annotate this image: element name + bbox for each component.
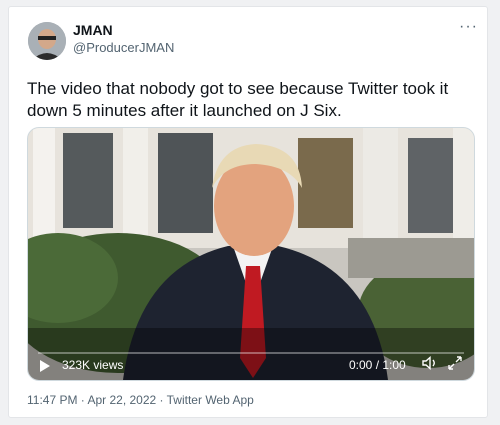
tweet-meta: 11:47 PM · Apr 22, 2022 · Twitter Web Ap… [27,393,254,407]
view-count: 323K views [62,358,124,372]
progress-bar[interactable] [38,352,464,354]
more-icon[interactable]: ··· [459,19,478,35]
author-handle[interactable]: @ProducerJMAN [73,40,174,55]
volume-icon[interactable] [422,356,440,370]
tweet-card: JMAN @ProducerJMAN ··· The video that no… [8,6,488,418]
time-display: 0:00 / 1:00 [349,358,406,372]
video-player[interactable]: 323K views 0:00 / 1:00 [27,127,475,381]
play-icon[interactable] [40,360,50,372]
avatar[interactable] [28,22,66,60]
video-controls: 323K views 0:00 / 1:00 [28,343,474,380]
author-name[interactable]: JMAN [73,22,113,38]
tweet-text: The video that nobody got to see because… [27,79,449,120]
fullscreen-icon[interactable] [448,356,462,370]
